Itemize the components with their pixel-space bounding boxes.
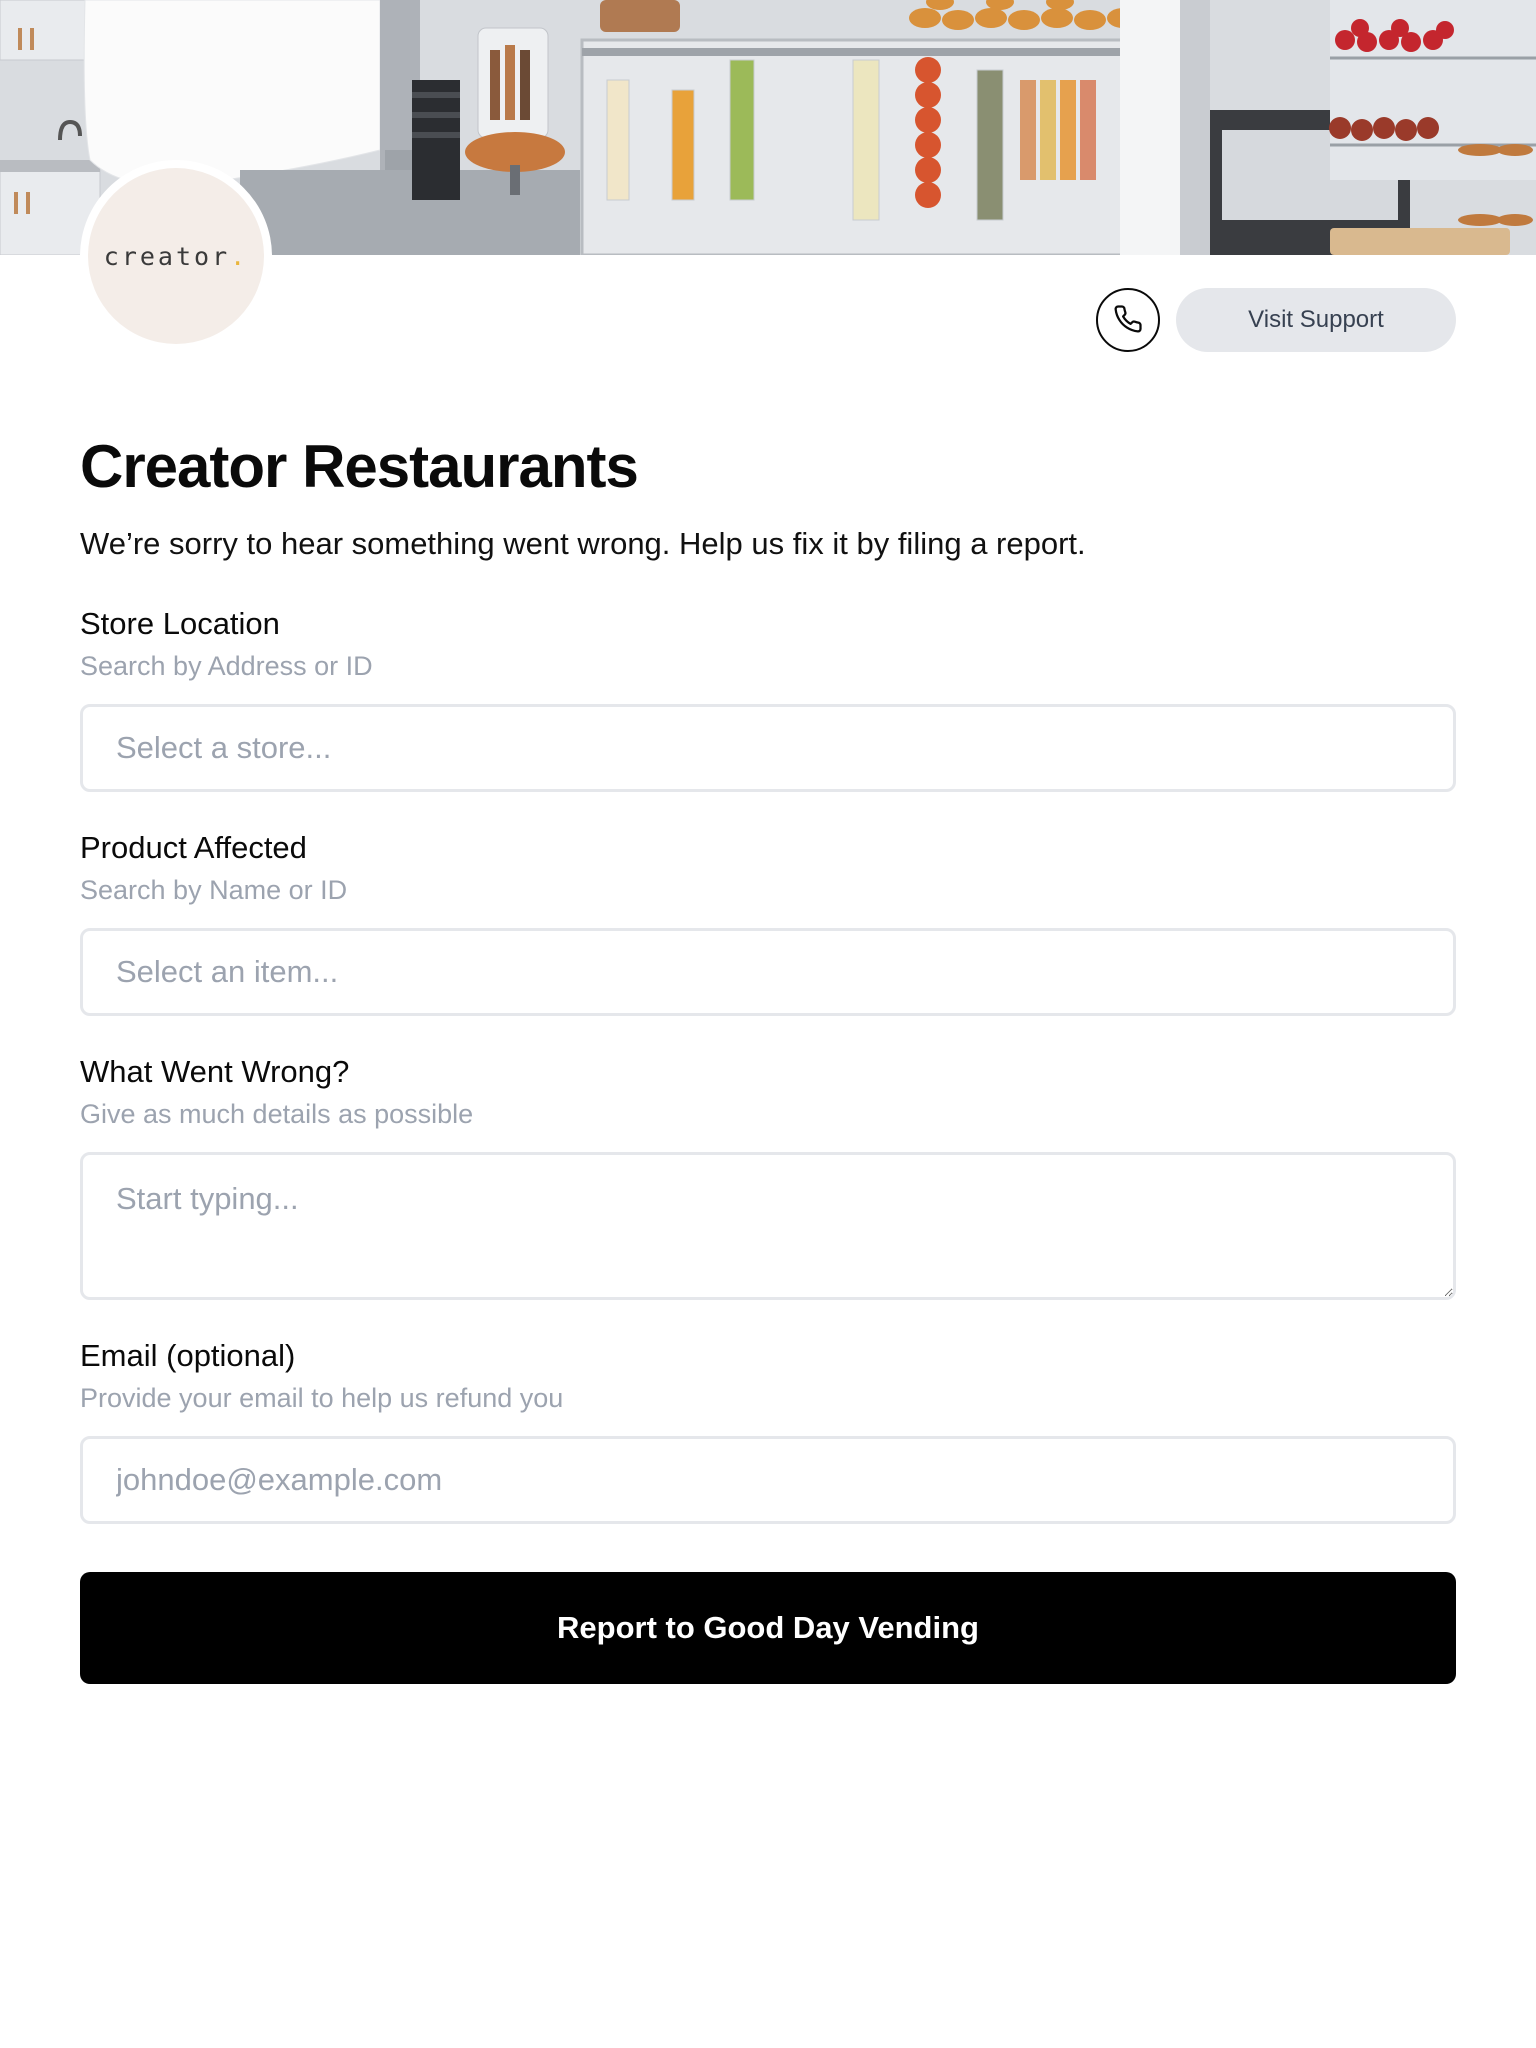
store-location-hint: Search by Address or ID bbox=[80, 651, 373, 681]
visit-support-button[interactable]: Visit Support bbox=[1176, 288, 1456, 352]
logo-wordmark: creator. bbox=[104, 242, 248, 271]
email-hint: Provide your email to help us refund you bbox=[80, 1383, 564, 1413]
submit-report-button[interactable]: Report to Good Day Vending bbox=[80, 1572, 1456, 1684]
logo-dot: . bbox=[230, 241, 249, 271]
email-field[interactable] bbox=[80, 1436, 1456, 1524]
email-label: Email (optional) bbox=[80, 1338, 296, 1373]
store-location-label: Store Location bbox=[80, 606, 280, 641]
what-went-wrong-label: What Went Wrong? bbox=[80, 1054, 350, 1089]
phone-icon bbox=[1113, 304, 1143, 337]
page-subtitle: We’re sorry to hear something went wrong… bbox=[80, 526, 1086, 561]
product-affected-label: Product Affected bbox=[80, 830, 307, 865]
logo-text: creator bbox=[103, 241, 231, 271]
product-affected-input[interactable] bbox=[80, 928, 1456, 1016]
product-affected-hint: Search by Name or ID bbox=[80, 875, 348, 905]
what-went-wrong-hint: Give as much details as possible bbox=[80, 1099, 474, 1129]
logo-circle: creator. bbox=[88, 168, 264, 344]
store-location-input[interactable] bbox=[80, 704, 1456, 792]
call-button[interactable] bbox=[1096, 288, 1160, 352]
brand-logo: creator. bbox=[80, 160, 272, 352]
page-title: Creator Restaurants bbox=[80, 433, 639, 500]
what-went-wrong-textarea[interactable] bbox=[80, 1152, 1456, 1300]
